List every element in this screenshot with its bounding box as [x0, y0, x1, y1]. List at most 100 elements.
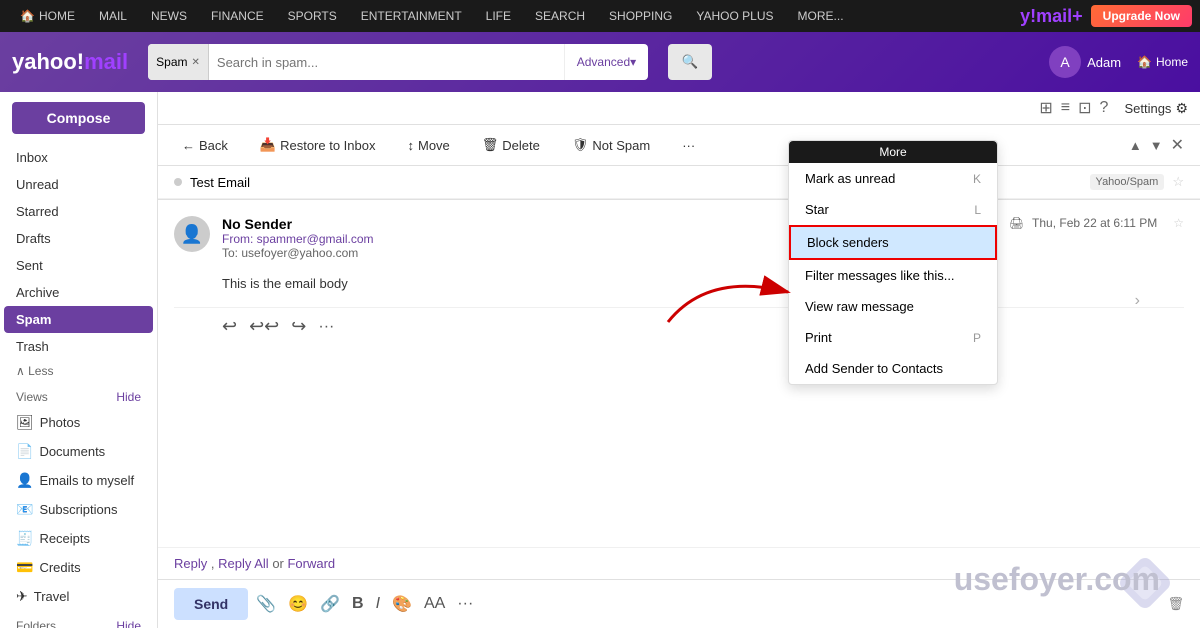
- photos-icon: 🖼: [16, 414, 34, 431]
- panel-icon-1[interactable]: ⊞: [1039, 98, 1052, 118]
- emails-myself-label: Emails to myself: [39, 473, 134, 488]
- nav-yahoo-plus[interactable]: YAHOO PLUS: [684, 0, 785, 32]
- sidebar-item-subscriptions[interactable]: 📧 Subscriptions: [0, 495, 157, 524]
- more-format-icon[interactable]: ···: [457, 595, 473, 613]
- email-star-button[interactable]: ☆: [1172, 174, 1184, 190]
- search-input[interactable]: [209, 55, 564, 70]
- prev-email-button[interactable]: ▲: [1129, 138, 1142, 153]
- sidebar-item-documents[interactable]: 📄 Documents: [0, 437, 157, 466]
- reply-links-bar: Reply , Reply All or Forward: [158, 547, 1200, 579]
- search-bar-container: Spam ✕ Advanced ▾: [148, 44, 648, 80]
- sidebar-item-spam[interactable]: Spam: [4, 306, 153, 333]
- folders-section-header: Folders Hide: [0, 611, 157, 628]
- panel-icon-4[interactable]: ?: [1100, 99, 1109, 117]
- view-raw-message-item[interactable]: View raw message: [789, 291, 997, 322]
- nav-more[interactable]: MORE...: [786, 0, 856, 32]
- block-senders-item[interactable]: Block senders: [789, 225, 997, 260]
- forward-icon-button[interactable]: ↪: [291, 316, 306, 337]
- reply-all-link[interactable]: Reply All: [218, 556, 269, 571]
- compose-toolbar: 📎 😊 🔗 B I 🎨 AA ···: [256, 594, 473, 614]
- folders-hide-button[interactable]: Hide: [116, 619, 141, 628]
- font-size-icon[interactable]: AA: [424, 595, 445, 613]
- next-email-button[interactable]: ▼: [1150, 138, 1163, 153]
- close-email-button[interactable]: ✕: [1171, 135, 1184, 155]
- reply-all-icon-button[interactable]: ↩↩: [249, 316, 279, 337]
- views-hide-button[interactable]: Hide: [116, 390, 141, 404]
- nav-life[interactable]: LIFE: [474, 0, 523, 32]
- print-icon[interactable]: 🖨: [1009, 216, 1024, 230]
- italic-icon[interactable]: I: [376, 595, 380, 613]
- send-button[interactable]: Send: [174, 588, 248, 620]
- sidebar-less-toggle[interactable]: ∧ Less: [0, 360, 157, 382]
- more-button[interactable]: ···: [674, 134, 703, 157]
- sidebar-item-drafts[interactable]: Drafts: [0, 225, 157, 252]
- panel-icon-2[interactable]: ≡: [1061, 99, 1070, 117]
- star-item[interactable]: Star L: [789, 194, 997, 225]
- add-sender-contacts-item[interactable]: Add Sender to Contacts: [789, 353, 997, 384]
- nav-mail[interactable]: MAIL: [87, 0, 139, 32]
- reply-link[interactable]: Reply: [174, 556, 207, 571]
- expand-panel-button[interactable]: ›: [1135, 292, 1140, 310]
- filter-messages-item[interactable]: Filter messages like this...: [789, 260, 997, 291]
- settings-gear-icon[interactable]: ⚙: [1175, 100, 1188, 117]
- nav-finance[interactable]: FINANCE: [199, 0, 276, 32]
- advanced-search-button[interactable]: Advanced ▾: [564, 44, 648, 80]
- chevron-down-icon: ▾: [630, 55, 636, 69]
- back-button[interactable]: ← Back: [174, 134, 236, 157]
- restore-to-inbox-button[interactable]: 📥 Restore to Inbox: [252, 133, 384, 157]
- sidebar-item-travel[interactable]: ✈ Travel: [0, 582, 157, 611]
- delete-button[interactable]: 🗑 Delete: [474, 133, 548, 157]
- emoji-icon[interactable]: 😊: [288, 594, 308, 614]
- move-button[interactable]: ↕ Move: [399, 134, 457, 157]
- receipts-icon: 🧾: [16, 530, 33, 547]
- sidebar-item-trash[interactable]: Trash: [0, 333, 157, 360]
- email-list-item[interactable]: Test Email Yahoo/Spam ☆: [158, 166, 1200, 199]
- home-button[interactable]: 🏠 Home: [1137, 55, 1188, 69]
- attach-file-icon[interactable]: 📎: [256, 594, 276, 614]
- nav-news[interactable]: NEWS: [139, 0, 199, 32]
- mark-unread-item[interactable]: Mark as unread K: [789, 163, 997, 194]
- receipts-label: Receipts: [39, 531, 90, 546]
- content-area: ⊞ ≡ ⊡ ? Settings ⚙ ← Back 📥 Restore to I…: [158, 92, 1200, 628]
- panel-icon-3[interactable]: ⊡: [1078, 98, 1091, 118]
- not-spam-button[interactable]: 🛡 Not Spam: [564, 133, 658, 157]
- color-icon[interactable]: 🎨: [392, 594, 412, 614]
- nav-shopping[interactable]: SHOPPING: [597, 0, 684, 32]
- delete-icon: 🗑: [482, 137, 499, 153]
- sidebar-item-credits[interactable]: 💳 Credits: [0, 553, 157, 582]
- travel-label: Travel: [34, 589, 70, 604]
- user-account[interactable]: A Adam: [1049, 46, 1121, 78]
- or-text: or: [272, 556, 287, 571]
- restore-icon: 📥: [260, 137, 276, 153]
- forward-link[interactable]: Forward: [287, 556, 335, 571]
- nav-entertainment[interactable]: ENTERTAINMENT: [349, 0, 474, 32]
- sidebar-item-inbox[interactable]: Inbox: [0, 144, 157, 171]
- upgrade-button[interactable]: Upgrade Now: [1091, 5, 1192, 27]
- reply-icon-button[interactable]: ↩: [222, 316, 237, 337]
- compose-button[interactable]: Compose: [12, 102, 145, 134]
- travel-icon: ✈: [16, 588, 28, 605]
- link-icon[interactable]: 🔗: [320, 594, 340, 614]
- settings-label[interactable]: Settings: [1124, 101, 1171, 116]
- bold-icon[interactable]: B: [352, 595, 364, 613]
- sidebar-item-receipts[interactable]: 🧾 Receipts: [0, 524, 157, 553]
- sent-label: Sent: [16, 258, 43, 273]
- sidebar-item-sent[interactable]: Sent: [0, 252, 157, 279]
- sidebar-item-photos[interactable]: 🖼 Photos: [0, 408, 157, 437]
- sidebar-item-emails-to-myself[interactable]: 👤 Emails to myself: [0, 466, 157, 495]
- action-icons-row: ↩ ↩↩ ↪ ···: [174, 307, 1184, 345]
- sidebar-item-archive[interactable]: Archive: [0, 279, 157, 306]
- search-submit-button[interactable]: 🔍: [668, 44, 712, 80]
- nav-sports[interactable]: SPORTS: [276, 0, 349, 32]
- delete-draft-button[interactable]: 🗑: [1167, 596, 1184, 612]
- photos-label: Photos: [40, 415, 80, 430]
- email-star-viewer[interactable]: ☆: [1173, 216, 1184, 230]
- email-actions-more-button[interactable]: ···: [318, 318, 334, 336]
- sidebar-item-unread[interactable]: Unread: [0, 171, 157, 198]
- sidebar-item-starred[interactable]: Starred: [0, 198, 157, 225]
- nav-search[interactable]: SEARCH: [523, 0, 597, 32]
- search-tag-close[interactable]: ✕: [192, 57, 200, 68]
- nav-home[interactable]: 🏠 HOME: [8, 0, 87, 32]
- print-item[interactable]: Print P: [789, 322, 997, 353]
- drafts-label: Drafts: [16, 231, 51, 246]
